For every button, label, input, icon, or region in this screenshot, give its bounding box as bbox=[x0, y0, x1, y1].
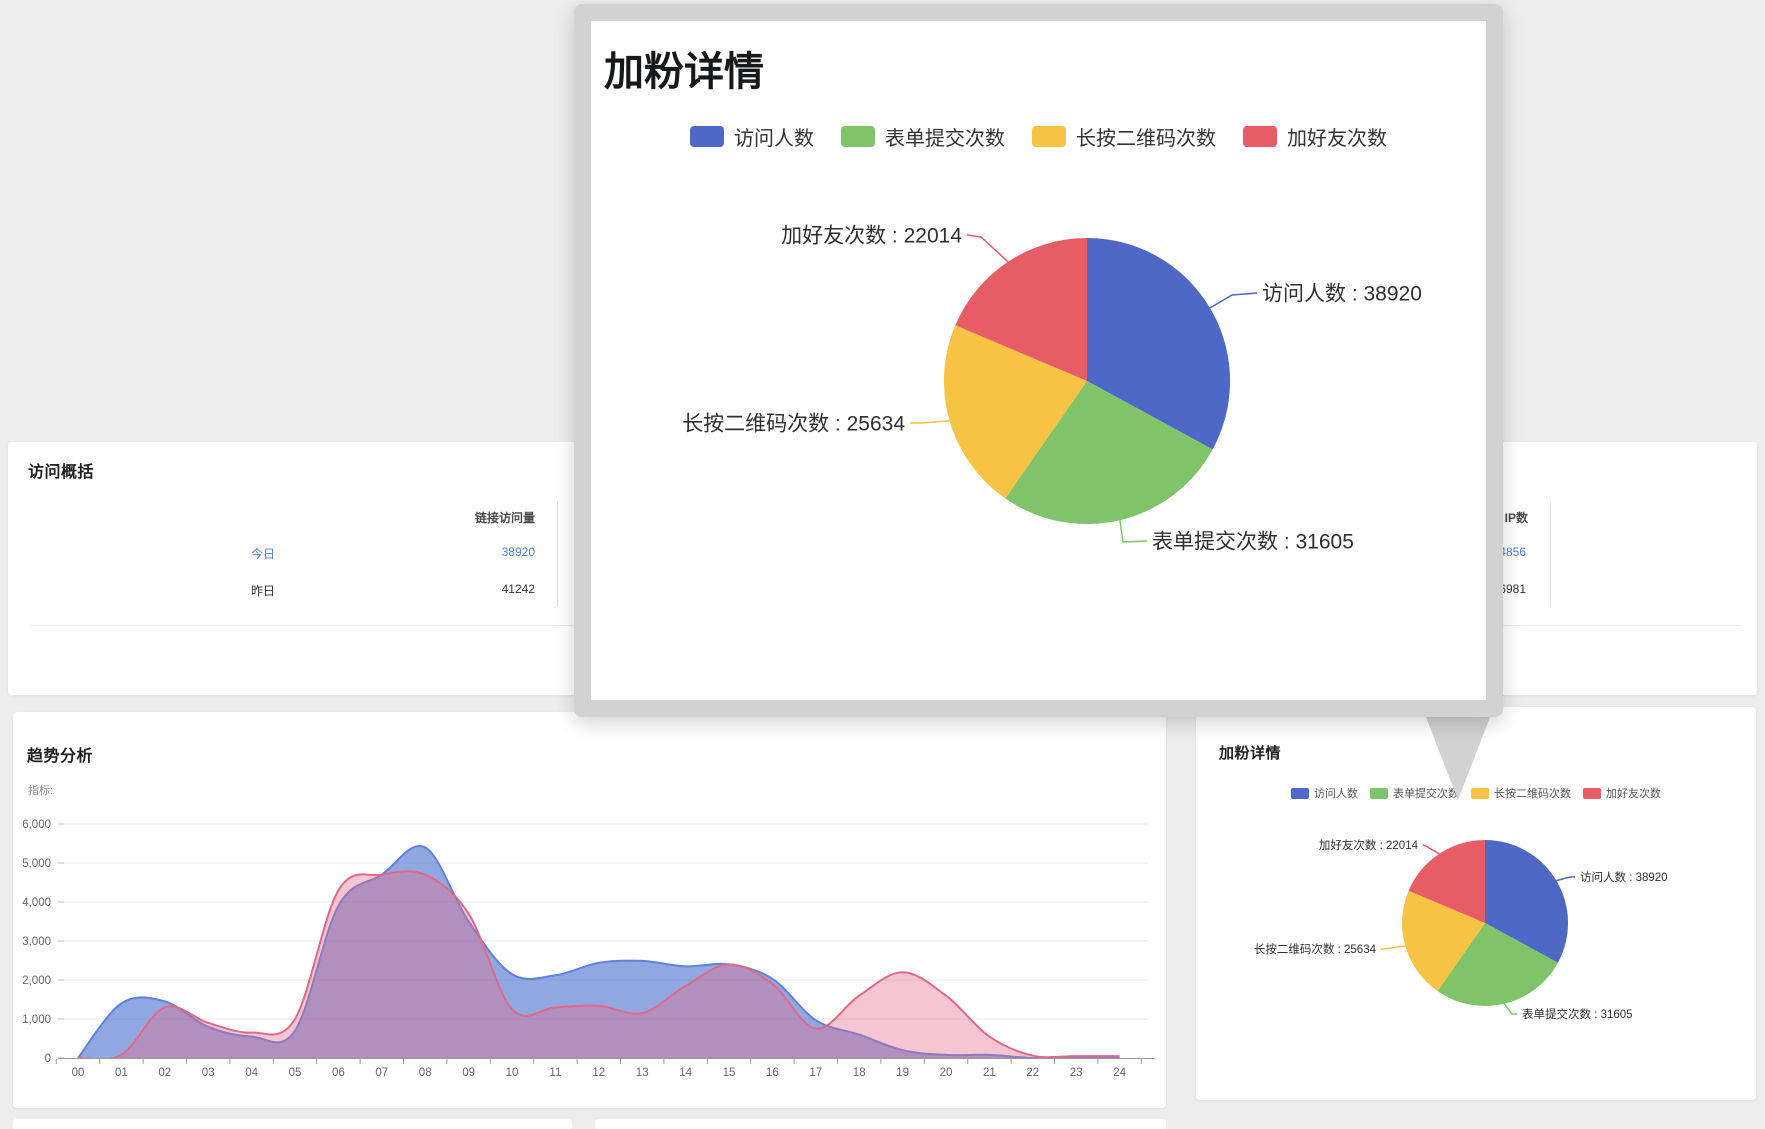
pie-label-leader bbox=[1556, 877, 1575, 881]
x-axis-tick-label: 03 bbox=[202, 1067, 215, 1079]
x-axis-tick-label: 15 bbox=[723, 1067, 736, 1079]
x-axis-tick-label: 05 bbox=[289, 1067, 302, 1079]
row-label-today[interactable]: 今日 bbox=[213, 545, 313, 562]
x-axis-tick-label: 09 bbox=[462, 1067, 475, 1079]
bottom-panel-partial bbox=[595, 1119, 1166, 1129]
y-axis-tick-label: 5,000 bbox=[22, 858, 51, 870]
x-axis-tick-label: 06 bbox=[332, 1067, 345, 1079]
pie-data-label: 加好友次数 : 22014 bbox=[781, 224, 962, 247]
x-axis-tick-label: 17 bbox=[809, 1067, 822, 1079]
row-label-yesterday[interactable]: 昨日 bbox=[213, 582, 313, 599]
x-axis-tick-label: 01 bbox=[115, 1067, 128, 1079]
x-axis-tick-label: 21 bbox=[983, 1067, 996, 1079]
x-axis-tick-label: 00 bbox=[72, 1067, 85, 1079]
y-axis-tick-label: 3,000 bbox=[22, 936, 51, 948]
pie-label-leader bbox=[1120, 520, 1147, 542]
x-axis-tick-label: 22 bbox=[1026, 1067, 1039, 1079]
pie-label-leader bbox=[1423, 845, 1439, 854]
pie-data-label: 访问人数 : 38920 bbox=[1262, 282, 1422, 305]
pie-data-label: 访问人数 : 38920 bbox=[1580, 870, 1668, 884]
pie-label-leader bbox=[910, 421, 950, 423]
x-axis-tick-label: 07 bbox=[375, 1067, 388, 1079]
column-header-link-visits: 链接访问量 bbox=[388, 509, 535, 526]
x-axis-tick-label: 13 bbox=[636, 1067, 649, 1079]
y-axis-tick-label: 1,000 bbox=[22, 1014, 51, 1026]
today-link-visits: 38920 bbox=[388, 545, 535, 559]
x-axis-tick-label: 16 bbox=[766, 1067, 779, 1079]
x-axis-tick-label: 24 bbox=[1113, 1067, 1126, 1079]
y-axis-tick-label: 2,000 bbox=[22, 975, 51, 987]
pie-data-label: 长按二维码次数 : 25634 bbox=[682, 412, 905, 435]
x-axis-tick-label: 18 bbox=[853, 1067, 866, 1079]
visit-summary-title: 访问概括 bbox=[28, 458, 94, 482]
x-axis-tick-label: 14 bbox=[679, 1067, 692, 1079]
x-axis-tick-label: 02 bbox=[158, 1067, 171, 1079]
x-axis-tick-label: 10 bbox=[506, 1067, 519, 1079]
pie-data-label: 加好友次数 : 22014 bbox=[1319, 838, 1419, 852]
column-divider bbox=[1550, 502, 1551, 607]
pie-data-label: 长按二维码次数 : 25634 bbox=[1254, 942, 1377, 956]
y-axis-tick-label: 0 bbox=[45, 1053, 51, 1065]
pie-label-leader bbox=[967, 235, 1008, 262]
x-axis-tick-label: 11 bbox=[549, 1067, 561, 1079]
pie-label-leader bbox=[1381, 946, 1405, 949]
fans-pie-chart-large[interactable]: 访问人数 : 38920 表单提交次数 : 31605 长按二维码次数 : 2563… bbox=[591, 21, 1486, 700]
x-axis-tick-label: 20 bbox=[940, 1067, 953, 1079]
dashboard: 访问概括 链接访问量 IP数 今日 38920 34856 昨日 41242 3… bbox=[0, 0, 1765, 1129]
pie-data-label: 表单提交次数 : 31605 bbox=[1152, 530, 1354, 553]
x-axis-tick-label: 04 bbox=[245, 1067, 258, 1079]
column-divider bbox=[557, 502, 558, 607]
y-axis-tick-label: 6,000 bbox=[22, 819, 51, 831]
x-axis-tick-label: 23 bbox=[1070, 1067, 1083, 1079]
yesterday-link-visits: 41242 bbox=[388, 582, 535, 596]
popup-callout-arrow bbox=[1424, 712, 1492, 800]
pie-label-leader bbox=[1210, 293, 1257, 308]
fans-detail-popup: 加粉详情 访问人数表单提交次数长按二维码次数加好友次数 访问人数 : 38920… bbox=[574, 4, 1503, 717]
pie-data-label: 表单提交次数 : 31605 bbox=[1522, 1007, 1633, 1021]
x-axis-tick-label: 19 bbox=[896, 1067, 909, 1079]
pie-label-leader bbox=[1504, 1004, 1517, 1014]
trend-analysis-panel: 趋势分析 指标: 01,0002,0003,0004,0005,0006,000… bbox=[13, 712, 1166, 1108]
y-axis-tick-label: 4,000 bbox=[22, 897, 51, 909]
x-axis-tick-label: 12 bbox=[592, 1067, 605, 1079]
x-axis-tick-label: 08 bbox=[419, 1067, 432, 1079]
bottom-panel-partial bbox=[13, 1119, 572, 1129]
trend-area-chart[interactable]: 0 1,000 2,000 3,000 4,000 5,000 6,000 00 01 02 03 0… bbox=[13, 712, 1166, 1108]
